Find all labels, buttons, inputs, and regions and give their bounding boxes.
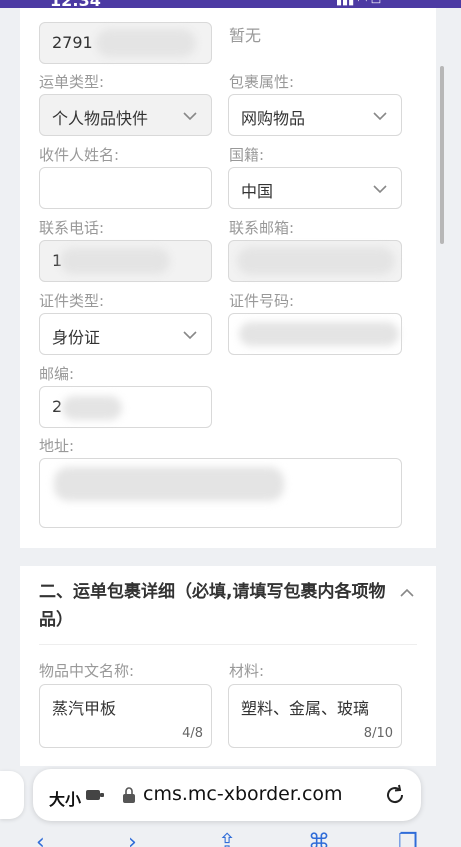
id-type-select[interactable]: 身份证 xyxy=(39,313,212,355)
id-type-value: 身份证 xyxy=(52,328,101,347)
address-textarea[interactable] xyxy=(39,458,402,528)
package-details-card: 二、运单包裹详细（必填,请填写包裹内各项物品） 物品中文名称: 蒸汽甲板 4/8… xyxy=(20,566,436,766)
lock-icon xyxy=(123,787,135,803)
id-number-label: 证件号码: xyxy=(229,292,295,310)
status-bar: 12:34 ▮▮▮ ◠ ▭ xyxy=(0,0,461,8)
tabs-icon[interactable]: ❐ xyxy=(398,830,418,847)
tracking-value: 2791 xyxy=(52,33,93,52)
phone-label: 联系电话: xyxy=(39,219,105,237)
url-text[interactable]: cms.mc-xborder.com xyxy=(143,783,343,805)
share-icon[interactable]: ⇪ xyxy=(218,830,236,847)
item-name-count: 4/8 xyxy=(182,726,203,741)
postcode-value: 2 xyxy=(52,397,63,416)
chevron-down-icon xyxy=(373,112,387,121)
nationality-label: 国籍: xyxy=(229,146,265,164)
item-name-label: 物品中文名称: xyxy=(39,662,135,680)
recipient-card: 2791 暂无 运单类型: 个人物品快件 包裹属性: 网购物品 收件人姓名: 国… xyxy=(20,8,436,548)
forward-icon[interactable]: › xyxy=(128,830,137,847)
signal-icon: ▮▮▮ ◠ ▭ xyxy=(336,0,382,7)
reload-icon[interactable] xyxy=(383,783,407,807)
waybill-type-select[interactable]: 个人物品快件 xyxy=(39,94,212,136)
tab-peek[interactable] xyxy=(0,771,24,819)
phone-input[interactable]: 1 xyxy=(39,240,212,282)
material-count: 8/10 xyxy=(363,726,393,741)
redaction-blur xyxy=(62,396,122,420)
text-size-button[interactable]: 大小 xyxy=(49,786,81,810)
waybill-type-label: 运单类型: xyxy=(39,73,105,91)
email-input[interactable] xyxy=(228,240,402,282)
package-attr-label: 包裹属性: xyxy=(229,73,295,91)
address-label: 地址: xyxy=(39,437,75,455)
id-type-label: 证件类型: xyxy=(39,292,105,310)
material-input[interactable]: 塑料、金属、玻璃 8/10 xyxy=(228,684,402,748)
package-attr-select[interactable]: 网购物品 xyxy=(228,94,402,136)
material-label: 材料: xyxy=(229,662,265,680)
redaction-blur xyxy=(239,322,399,346)
none-text: 暂无 xyxy=(229,26,262,45)
redaction-blur xyxy=(60,248,170,274)
status-time: 12:34 xyxy=(50,0,101,8)
chevron-down-icon xyxy=(183,331,197,340)
recipient-name-label: 收件人姓名: xyxy=(39,146,120,164)
id-number-input[interactable] xyxy=(228,313,402,355)
email-label: 联系邮箱: xyxy=(229,219,295,237)
back-icon[interactable]: ‹ xyxy=(36,830,45,847)
extension-icon[interactable] xyxy=(85,787,105,803)
package-attr-value: 网购物品 xyxy=(241,109,306,128)
chevron-down-icon xyxy=(183,112,197,121)
scrollbar[interactable] xyxy=(440,66,444,244)
address-bar[interactable]: 大小 cms.mc-xborder.com xyxy=(33,769,421,821)
waybill-type-value: 个人物品快件 xyxy=(52,109,149,128)
item-name-value: 蒸汽甲板 xyxy=(52,699,117,718)
redaction-blur xyxy=(237,247,395,275)
nationality-select[interactable]: 中国 xyxy=(228,167,402,209)
postcode-label: 邮编: xyxy=(39,365,75,383)
chevron-down-icon xyxy=(373,185,387,194)
section-divider xyxy=(39,644,417,645)
recipient-name-input[interactable] xyxy=(39,167,212,209)
redaction-blur xyxy=(96,29,196,57)
bookmarks-icon[interactable]: ⌘ xyxy=(308,830,330,847)
material-value: 塑料、金属、玻璃 xyxy=(241,699,370,718)
nationality-value: 中国 xyxy=(241,182,274,201)
postcode-input[interactable]: 2 xyxy=(39,386,212,428)
redaction-blur xyxy=(54,467,284,501)
tracking-field[interactable]: 2791 xyxy=(39,22,212,64)
chevron-up-icon[interactable] xyxy=(398,584,416,602)
section-title: 二、运单包裹详细（必填,请填写包裹内各项物品） xyxy=(39,582,386,630)
item-name-input[interactable]: 蒸汽甲板 4/8 xyxy=(39,684,212,748)
